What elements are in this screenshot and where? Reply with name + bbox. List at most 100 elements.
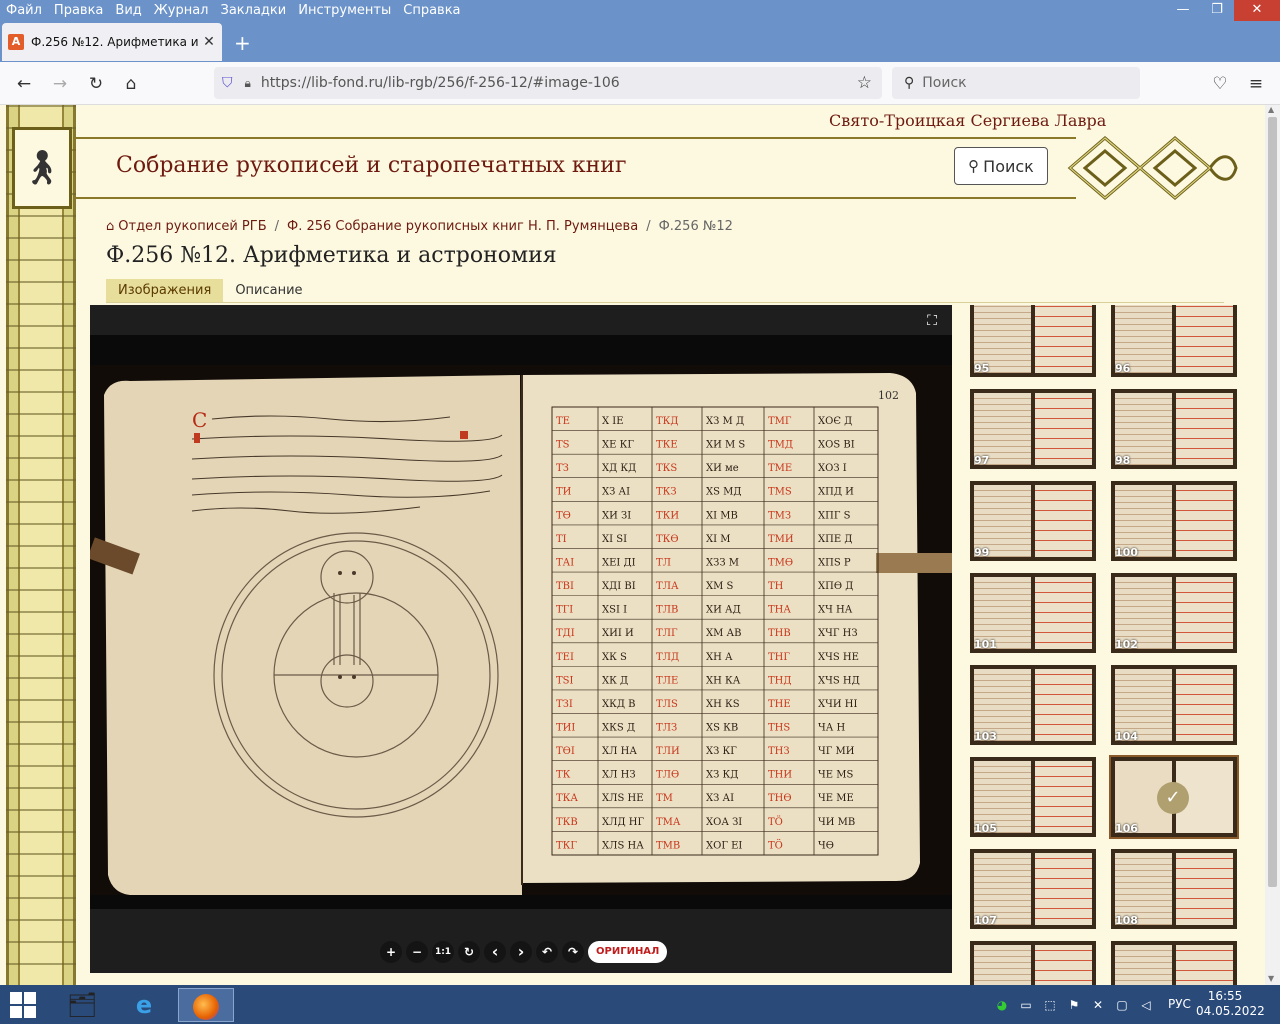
zoom-out-button[interactable]: − xyxy=(406,941,428,963)
network-icon[interactable]: ✕ xyxy=(1086,998,1110,1012)
thumbnail[interactable]: 103 xyxy=(970,665,1096,745)
fullscreen-icon[interactable]: ⛶ xyxy=(918,309,946,333)
manuscript-cell: ТНЅ xyxy=(768,723,790,734)
breadcrumb-home-link[interactable]: Отдел рукописей РГБ xyxy=(118,219,266,234)
display-icon[interactable]: ▢ xyxy=(1110,998,1134,1012)
lock-icon[interactable]: 🔒︎ xyxy=(245,76,251,91)
clock[interactable]: 16:55 04.05.2022 xyxy=(1196,989,1265,1019)
page-scrollbar[interactable]: ▲ ▼ xyxy=(1265,105,1280,985)
window-controls: — ❐ ✕ xyxy=(1166,0,1280,21)
back-arrow-icon[interactable]: ← xyxy=(14,74,34,94)
manuscript-cell: ХПД И xyxy=(818,487,854,498)
manuscript-cell: ХОЄ Д xyxy=(818,416,852,427)
thumbnail[interactable]: 102 xyxy=(1111,573,1237,653)
menu-item-0[interactable]: Файл xyxy=(0,3,48,18)
flag-icon[interactable]: ⚑ xyxy=(1062,998,1086,1012)
scrollbar-thumb[interactable] xyxy=(1268,117,1277,887)
printer-icon[interactable]: ▭ xyxy=(1014,998,1038,1012)
thumbnail[interactable]: 98 xyxy=(1111,389,1237,469)
thumbnail[interactable]: 97 xyxy=(970,389,1096,469)
thumbnail[interactable]: 101 xyxy=(970,573,1096,653)
menu-item-2[interactable]: Вид xyxy=(109,3,147,18)
manuscript-cell: ХКД В xyxy=(602,699,636,710)
file-explorer-icon[interactable]: 🗂︎ xyxy=(54,988,110,1022)
search-button[interactable]: ⚲ Поиск xyxy=(954,147,1048,185)
thumbnail[interactable]: 100 xyxy=(1111,481,1237,561)
thumbnail[interactable]: 108 xyxy=(1111,849,1237,929)
home-icon[interactable]: ⌂ xyxy=(106,219,114,234)
clock-app-icon[interactable]: ◕ xyxy=(990,998,1014,1012)
reload-icon[interactable]: ↻ xyxy=(86,74,106,94)
actual-size-button[interactable]: 1:1 xyxy=(432,941,454,963)
manuscript-cell: ЧА Н xyxy=(818,723,845,734)
manuscript-cell: ТМ xyxy=(656,793,673,804)
site-title[interactable]: Собрание рукописей и старопечатных книг xyxy=(116,153,627,178)
address-bar[interactable]: ⛉ 🔒︎ https://lib-fond.ru/lib-rgb/256/f-2… xyxy=(214,67,882,99)
tab-description[interactable]: Описание xyxy=(223,279,314,302)
manuscript-cell: ТНА xyxy=(768,605,791,616)
menu-item-4[interactable]: Закладки xyxy=(215,3,293,18)
manuscript-cell: ТМВ xyxy=(656,840,680,851)
next-image-button[interactable]: › xyxy=(510,941,532,963)
menu-item-5[interactable]: Инструменты xyxy=(292,3,397,18)
previous-image-button[interactable]: ‹ xyxy=(484,941,506,963)
thumbnail[interactable]: 105 xyxy=(970,757,1096,837)
navigation-bar: ← → ↻ ⌂ ⛉ 🔒︎ https://lib-fond.ru/lib-rgb… xyxy=(0,62,1280,105)
thumbnail[interactable]: 95 xyxy=(970,305,1096,377)
browser-tab[interactable]: А Ф.256 №12. Арифметика и астр ✕ xyxy=(2,23,222,61)
original-button[interactable]: ОРИГИНАЛ xyxy=(588,941,668,963)
zoom-in-button[interactable]: + xyxy=(380,941,402,963)
search-icon: ⚲ xyxy=(904,75,915,91)
bookmark-star-icon[interactable]: ☆ xyxy=(857,73,872,93)
thumbnail[interactable]: ✓ 106 xyxy=(1109,755,1239,839)
pocket-icon[interactable]: ♡ xyxy=(1210,74,1230,94)
start-button[interactable] xyxy=(10,992,38,1018)
minimize-button[interactable]: — xyxy=(1166,0,1200,21)
manuscript-cell: ТЛЗ xyxy=(656,723,677,734)
tab-images[interactable]: Изображения xyxy=(106,279,224,302)
new-tab-button[interactable]: + xyxy=(234,31,251,55)
image-viewer[interactable]: ⛶ С 102 ТЕ Х ІЕ ТКД ХЗ М Д ТМГ ХОЄ Д ТS … xyxy=(87,305,958,973)
thumbnail[interactable]: 104 xyxy=(1111,665,1237,745)
internet-explorer-icon[interactable]: e xyxy=(116,988,172,1022)
restore-button[interactable]: ❐ xyxy=(1200,0,1234,21)
tracking-shield-icon[interactable]: ⛉ xyxy=(222,75,233,91)
manuscript-image[interactable]: С 102 ТЕ Х ІЕ ТКД ХЗ М Д ТМГ ХОЄ ДТS ХЕ … xyxy=(87,335,958,909)
home-icon[interactable]: ⌂ xyxy=(121,74,141,94)
volume-icon[interactable]: ◁ xyxy=(1134,998,1158,1012)
thumbnail[interactable]: 107 xyxy=(970,849,1096,929)
thumbnail[interactable]: 99 xyxy=(970,481,1096,561)
thumbnail[interactable] xyxy=(1111,941,1237,985)
manuscript-cell: ТНӨ xyxy=(768,793,792,804)
close-window-button[interactable]: ✕ xyxy=(1234,0,1280,21)
manuscript-cell: ТӨІ xyxy=(556,746,575,757)
security-icon[interactable]: ⬚ xyxy=(1038,998,1062,1012)
scroll-down-icon[interactable]: ▼ xyxy=(1268,974,1274,983)
menu-item-3[interactable]: Журнал xyxy=(148,3,215,18)
firefox-icon[interactable] xyxy=(178,988,234,1022)
monk-emblem-icon[interactable]: 🚶︎ xyxy=(12,127,72,209)
thumbnail[interactable] xyxy=(970,941,1096,985)
thumbnail-strip[interactable]: 95 96 97 98 99 100 101 102 103 104 105 ✓ 106 107 108 xyxy=(962,305,1262,985)
forward-arrow-icon[interactable]: → xyxy=(50,74,70,94)
manuscript-cell: ЧӨ xyxy=(818,840,834,851)
browser-search-input[interactable]: ⚲ Поиск xyxy=(892,67,1140,99)
manuscript-cell: ТКЗ xyxy=(656,487,677,498)
rotate-left-button[interactable]: ↶ xyxy=(536,941,558,963)
menu-item-1[interactable]: Правка xyxy=(48,3,109,18)
app-menu-icon[interactable]: ≡ xyxy=(1246,74,1266,94)
thumbnail[interactable]: 96 xyxy=(1111,305,1237,377)
manuscript-cell: ТМS xyxy=(768,487,792,498)
rotate-right-button[interactable]: ↷ xyxy=(562,941,584,963)
viewer-canvas[interactable]: С 102 ТЕ Х ІЕ ТКД ХЗ М Д ТМГ ХОЄ Д ТS ХЕ… xyxy=(87,335,958,909)
url-text[interactable]: https://lib-fond.ru/lib-rgb/256/f-256-12… xyxy=(261,75,857,91)
thumbnail-number: 107 xyxy=(974,914,997,927)
breadcrumb-fond-link[interactable]: Ф. 256 Собрание рукописных книг Н. П. Ру… xyxy=(287,219,638,234)
close-tab-icon[interactable]: ✕ xyxy=(202,34,216,50)
reset-view-button[interactable]: ↻ xyxy=(458,941,480,963)
menu-item-6[interactable]: Справка xyxy=(397,3,466,18)
language-indicator[interactable]: РУС xyxy=(1168,997,1191,1011)
manuscript-cell: ТМЕ xyxy=(768,463,792,474)
scroll-up-icon[interactable]: ▲ xyxy=(1268,105,1274,114)
thumbnail-number: 96 xyxy=(1115,362,1131,375)
